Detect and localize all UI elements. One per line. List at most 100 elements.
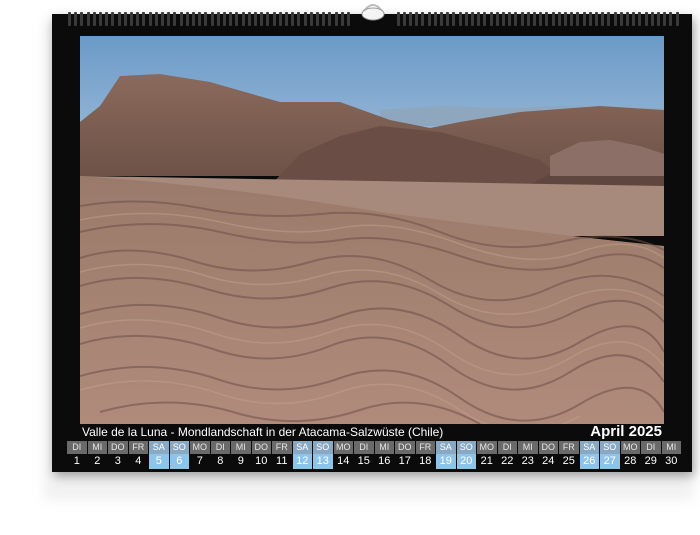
binding-ring	[198, 12, 202, 26]
binding-ring	[564, 12, 567, 26]
day-cell: SA 12	[292, 441, 312, 470]
binding-ring	[514, 12, 518, 26]
binding-ring	[278, 12, 282, 26]
date-number: 10	[251, 454, 271, 469]
weekday-label: MI	[518, 441, 538, 454]
binding-ring	[588, 12, 592, 26]
weekday-label: MI	[87, 441, 107, 454]
weekday-label: SO	[456, 441, 476, 454]
binding-ring	[495, 12, 499, 26]
binding-ring	[68, 12, 71, 26]
binding-ring	[421, 12, 425, 26]
binding-ring	[396, 12, 400, 26]
binding-ring	[204, 12, 208, 26]
month-label: April 2025	[590, 423, 662, 440]
day-cell: FR 25	[559, 441, 579, 470]
binding-ring	[626, 12, 629, 26]
binding-ring	[235, 12, 239, 26]
calendar-photo	[80, 36, 664, 424]
binding-ring	[229, 12, 233, 26]
day-cell: DO 10	[251, 441, 271, 470]
binding-ring	[192, 12, 195, 26]
binding-ring	[663, 12, 667, 26]
day-cell: MI 2	[87, 441, 107, 470]
day-cell: SO 20	[456, 441, 476, 470]
binding-ring	[74, 12, 78, 26]
binding-ring	[427, 12, 431, 26]
day-cell: FR 18	[415, 441, 435, 470]
binding-ring	[458, 12, 462, 26]
date-number: 11	[272, 454, 292, 469]
weekday-label: SO	[313, 441, 333, 454]
binding-ring	[551, 12, 555, 26]
binding-ring	[477, 12, 481, 26]
date-number: 19	[436, 454, 456, 469]
binding-ring	[285, 12, 288, 26]
binding-ring	[334, 12, 338, 26]
date-number: 30	[661, 454, 681, 469]
binding-ring	[272, 12, 276, 26]
binding-ring	[489, 12, 493, 26]
date-number: 26	[579, 454, 599, 469]
binding-ring	[123, 12, 127, 26]
date-number: 15	[354, 454, 374, 469]
date-number: 29	[641, 454, 661, 469]
binding-ring	[601, 12, 605, 26]
day-cell: DI 1	[67, 441, 87, 470]
date-number: 4	[128, 454, 148, 469]
date-number: 16	[374, 454, 394, 469]
binding-ring	[173, 12, 177, 26]
binding-ring	[223, 12, 226, 26]
date-number: 3	[108, 454, 128, 469]
day-cell: DI 22	[497, 441, 517, 470]
binding-ring	[99, 12, 102, 26]
binding-ring	[533, 12, 536, 26]
binding-ring	[452, 12, 456, 26]
binding-ring	[446, 12, 450, 26]
weekday-label: SA	[579, 441, 599, 454]
binding-ring	[111, 12, 115, 26]
binding-ring	[247, 12, 251, 26]
weekday-label: DO	[538, 441, 558, 454]
day-strip: DI 1 MI 2 DO 3 FR 4 SA 5 SO 6 MO 7 DI 8 MI 9 DO 10 FR 11 SA 12 S…	[67, 441, 681, 470]
binding-ring	[632, 12, 636, 26]
day-cell: DI 8	[210, 441, 230, 470]
binding-ring	[340, 12, 344, 26]
weekday-label: FR	[128, 441, 148, 454]
binding-ring	[210, 12, 214, 26]
day-cell: SO 6	[169, 441, 189, 470]
weekday-label: DO	[251, 441, 271, 454]
day-cell: MO 7	[190, 441, 210, 470]
day-cell: DO 24	[538, 441, 558, 470]
date-number: 1	[67, 454, 87, 469]
binding-ring	[508, 12, 512, 26]
date-number: 21	[477, 454, 497, 469]
binding-ring	[148, 12, 152, 26]
day-cell: FR 4	[128, 441, 148, 470]
date-number: 17	[395, 454, 415, 469]
day-cell: MI 30	[661, 441, 681, 470]
day-cell: MI 23	[518, 441, 538, 470]
binding-ring	[433, 12, 437, 26]
day-cell: MO 28	[620, 441, 640, 470]
weekday-label: MI	[231, 441, 251, 454]
weekday-label: MO	[333, 441, 353, 454]
binding-ring	[471, 12, 474, 26]
date-number: 24	[538, 454, 558, 469]
binding-ring	[179, 12, 183, 26]
binding-ring	[582, 12, 586, 26]
binding-ring	[650, 12, 654, 26]
binding-ring	[254, 12, 257, 26]
day-cell: MI 9	[231, 441, 251, 470]
binding-ring	[644, 12, 648, 26]
day-cell: DI 15	[354, 441, 374, 470]
binding-ring	[266, 12, 270, 26]
weekday-label: FR	[272, 441, 292, 454]
binding-ring	[328, 12, 332, 26]
hanger-hook-icon	[361, 4, 385, 21]
weekday-label: DI	[497, 441, 517, 454]
weekday-label: DI	[641, 441, 661, 454]
weekday-label: SO	[169, 441, 189, 454]
date-number: 13	[313, 454, 333, 469]
date-number: 27	[600, 454, 620, 469]
